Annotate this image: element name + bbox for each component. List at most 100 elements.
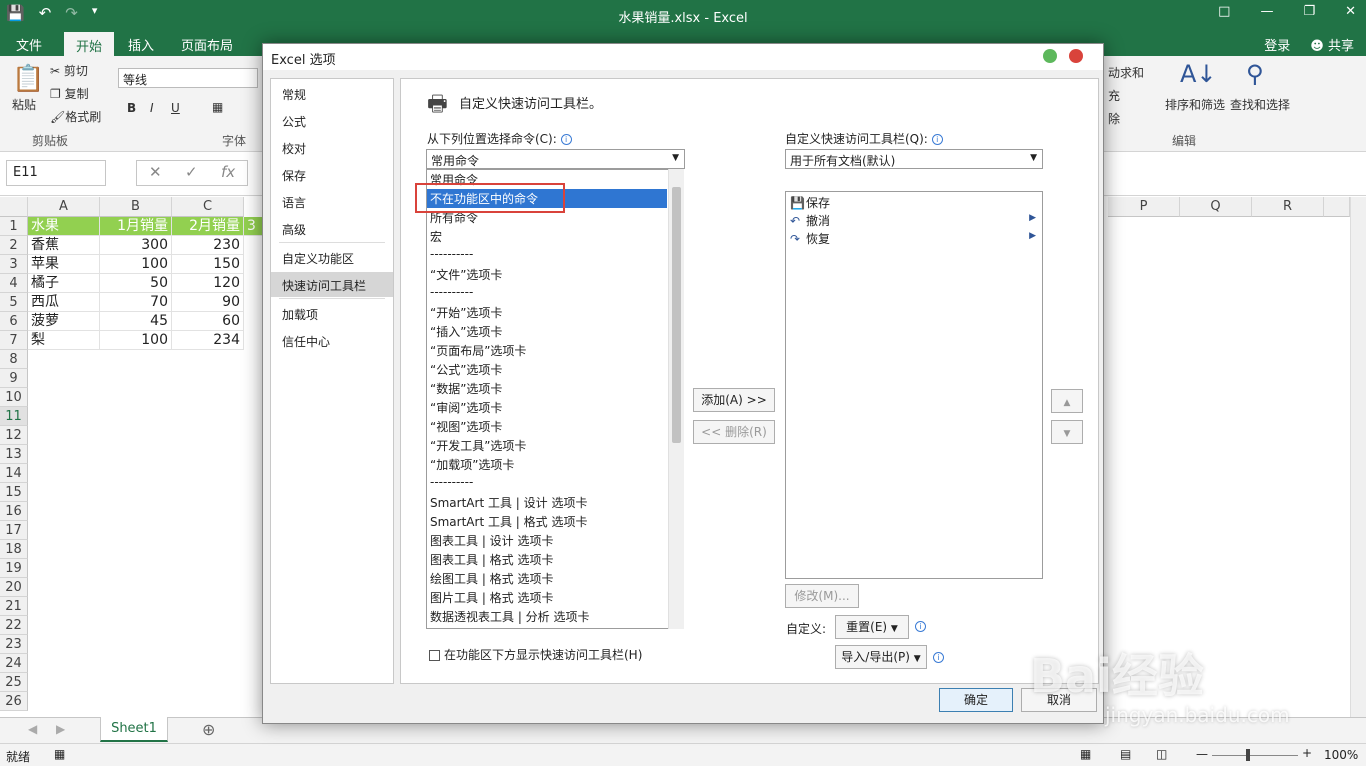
check-icon[interactable]: ✓ [185,163,198,181]
copy-button[interactable]: ❐ 复制 [50,85,89,102]
italic-button[interactable]: I [150,101,154,115]
command-source-option[interactable]: “公式”选项卡 [427,360,667,379]
qat-commands-list[interactable]: 💾保存 ↶ 撤消 ▶ ↷ 恢复 ▶ [785,191,1043,579]
command-source-option[interactable]: “开发工具”选项卡 [427,436,667,455]
prev-sheet-icon[interactable]: ◀ [28,722,37,736]
autosum-button[interactable]: 动求和 [1108,64,1144,81]
border-icon[interactable]: ▦ [212,100,223,114]
row-header[interactable]: 5 [0,293,28,312]
find-select-button[interactable]: 查找和选择 [1230,96,1290,113]
restore-icon[interactable]: ❐ [1303,4,1315,19]
command-source-option[interactable]: 数据透视表工具 | 分析 选项卡 [427,607,667,626]
login-link[interactable]: 登录 [1264,35,1290,54]
cell[interactable]: 2月销量 [172,217,244,236]
row-header[interactable]: 11 [0,407,28,426]
paste-icon[interactable]: 📋 [12,64,44,94]
command-source-option[interactable]: 降序排序 [427,626,667,628]
cell[interactable]: 90 [172,293,244,312]
close-icon[interactable]: ✕ [1345,4,1356,19]
cell[interactable]: 100 [100,255,172,274]
next-sheet-icon[interactable]: ▶ [56,722,65,736]
row-header[interactable]: 21 [0,597,28,616]
nav-formulas[interactable]: 公式 [271,108,393,133]
cell[interactable]: 菠萝 [28,312,100,331]
minimize-icon[interactable]: — [1260,4,1273,19]
clear-button[interactable]: 除 [1108,110,1120,127]
row-header[interactable]: 15 [0,483,28,502]
underline-button[interactable]: U [171,101,180,115]
show-below-ribbon-checkbox[interactable]: 在功能区下方显示快速访问工具栏(H) [429,646,642,663]
row-header[interactable]: 25 [0,673,28,692]
row-header[interactable]: 3 [0,255,28,274]
command-source-option[interactable]: SmartArt 工具 | 设计 选项卡 [427,493,667,512]
column-header[interactable]: B [100,197,172,217]
command-source-option[interactable]: “文件”选项卡 [427,265,667,284]
command-source-option[interactable]: 图表工具 | 设计 选项卡 [427,531,667,550]
row-header[interactable]: 12 [0,426,28,445]
nav-add-ins[interactable]: 加载项 [271,301,393,326]
row-header[interactable]: 26 [0,692,28,711]
column-header[interactable]: Q [1180,197,1252,217]
fill-button[interactable]: 充 [1108,87,1120,104]
cell[interactable]: 水果 [28,217,100,236]
row-header[interactable]: 18 [0,540,28,559]
row-header[interactable]: 7 [0,331,28,350]
cell[interactable]: 50 [100,274,172,293]
row-header[interactable]: 23 [0,635,28,654]
cut-button[interactable]: ✂ 剪切 [50,62,88,79]
zoom-slider[interactable] [1212,755,1298,756]
tab-page-layout[interactable]: 页面布局 [181,35,233,54]
cell[interactable]: 120 [172,274,244,293]
reset-button[interactable]: 重置(E) ▼ [835,615,909,639]
row-header[interactable]: 14 [0,464,28,483]
tab-insert[interactable]: 插入 [128,35,154,54]
cell[interactable]: 苹果 [28,255,100,274]
cell[interactable]: 150 [172,255,244,274]
cell[interactable]: 60 [172,312,244,331]
options-list-scrollbar[interactable] [668,169,684,629]
command-source-option[interactable]: “加载项”选项卡 [427,455,667,474]
zoom-level[interactable]: 100% [1324,748,1358,762]
name-box[interactable]: E11 [6,160,106,186]
row-header[interactable]: 6 [0,312,28,331]
column-header[interactable]: P [1108,197,1180,217]
vertical-scrollbar[interactable] [1350,197,1366,717]
row-header[interactable]: 19 [0,559,28,578]
command-source-option[interactable]: “开始”选项卡 [427,303,667,322]
cell[interactable]: 300 [100,236,172,255]
paste-button[interactable]: 粘贴 [12,96,36,113]
format-painter-button[interactable]: 🖌格式刷 [50,108,101,125]
row-header[interactable]: 24 [0,654,28,673]
tab-file[interactable]: 文件 [16,35,42,54]
qat-item-undo[interactable]: ↶ 撤消 ▶ [786,211,1042,229]
cell[interactable]: 234 [172,331,244,350]
row-header[interactable]: 22 [0,616,28,635]
import-export-button[interactable]: 导入/导出(P) ▼ [835,645,927,669]
select-all-corner[interactable] [0,197,28,217]
command-source-option[interactable]: 图片工具 | 格式 选项卡 [427,588,667,607]
command-source-option[interactable]: 图表工具 | 格式 选项卡 [427,550,667,569]
cell[interactable]: 1月销量 [100,217,172,236]
maximize-dot-icon[interactable] [1043,49,1057,63]
move-down-button[interactable]: ▼ [1051,420,1083,444]
nav-save[interactable]: 保存 [271,162,393,187]
column-header[interactable] [1324,197,1350,217]
column-header[interactable]: A [28,197,100,217]
scrollbar-thumb[interactable] [672,187,681,443]
close-dot-icon[interactable] [1069,49,1083,63]
ok-button[interactable]: 确定 [939,688,1013,712]
column-header[interactable]: R [1252,197,1324,217]
nav-advanced[interactable]: 高级 [271,216,393,241]
row-header[interactable]: 13 [0,445,28,464]
column-header[interactable]: C [172,197,244,217]
page-layout-view-icon[interactable]: ▤ [1120,747,1131,761]
nav-customize-ribbon[interactable]: 自定义功能区 [271,245,393,270]
row-header[interactable]: 20 [0,578,28,597]
cell[interactable]: 100 [100,331,172,350]
command-source-option[interactable]: ---------- [427,284,667,303]
command-source-option[interactable]: “数据”选项卡 [427,379,667,398]
nav-proofing[interactable]: 校对 [271,135,393,160]
bold-button[interactable]: B [127,101,136,115]
zoom-in-icon[interactable]: + [1302,746,1312,760]
normal-view-icon[interactable]: ▦ [1080,747,1091,761]
